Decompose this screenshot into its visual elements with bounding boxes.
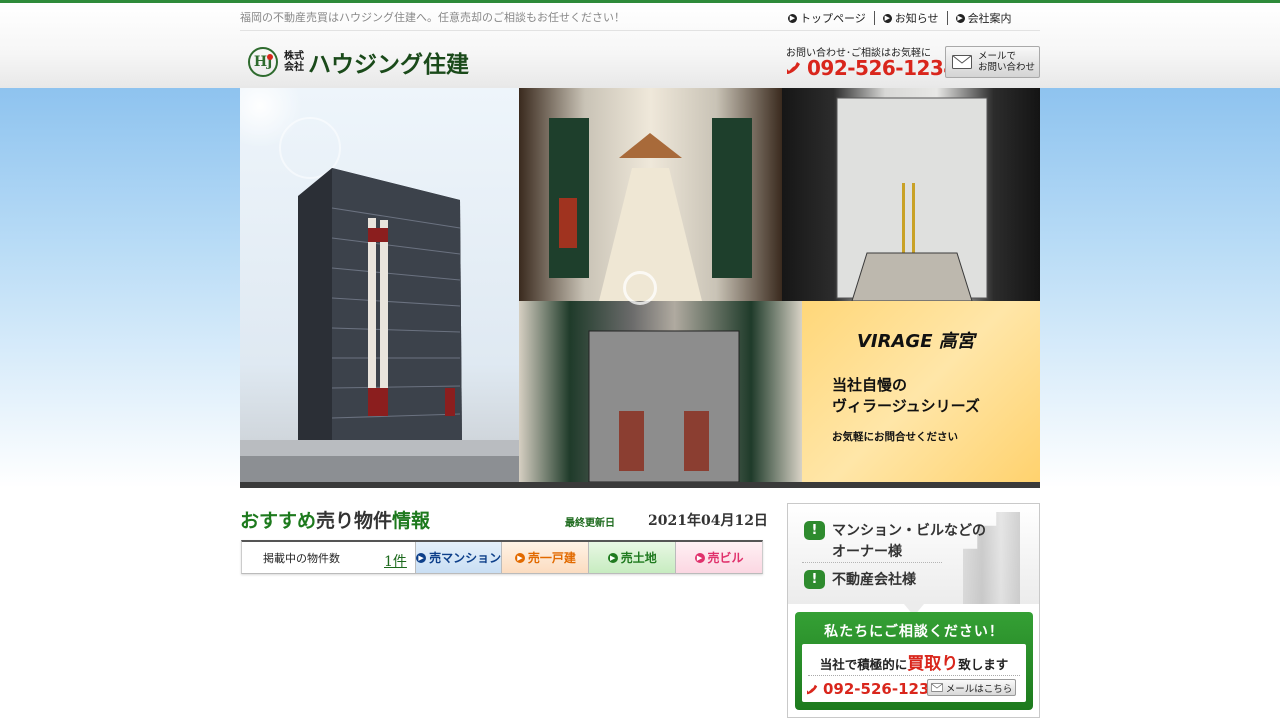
logo-kabushiki: 株式 会社 (284, 51, 304, 73)
mail-icon (930, 683, 943, 692)
nav-news[interactable]: ▶ お知らせ (875, 11, 948, 25)
mail-contact-button[interactable]: メールで お問い合わせ (945, 46, 1040, 78)
banner-agency-line: ! 不動産会社様 (804, 569, 916, 589)
lobby-photo-2 (782, 88, 1040, 301)
arrow-circle-icon: ▶ (694, 552, 705, 563)
listing-count: 掲載中の物件数 1件 (242, 542, 415, 573)
exclamation-bubble-icon: ! (804, 520, 825, 540)
top-nav: ▶ トップページ ▶ お知らせ ▶ 会社案内 (788, 10, 1020, 28)
mail-button-line1: メールで (978, 51, 1017, 62)
arrow-circle-icon: ▶ (955, 13, 965, 23)
mail-icon (952, 55, 972, 69)
exclamation-bubble-icon: ! (804, 569, 825, 589)
contact-phone-number: 092-526-1234 (807, 56, 957, 80)
nav-label: トップページ (800, 13, 866, 25)
banner-top: ! マンション・ビルなどの オーナー様 ! 不動産会社様 (788, 504, 1039, 604)
promo-text: 当社自慢の ヴィラージュシリーズ (832, 376, 980, 415)
mail-button-line2: お問い合わせ (978, 62, 1036, 73)
header-divider (240, 30, 1040, 31)
banner-phone[interactable]: 092-526-1234 (806, 680, 940, 698)
banner-cta-text: 当社で積極的に買取り致します (819, 654, 1009, 674)
last-updated-date: 2021年04月12日 (648, 513, 768, 529)
category-land-button[interactable]: ▶ 売土地 (588, 542, 676, 573)
category-house-button[interactable]: ▶ 売一戸建 (501, 542, 589, 573)
arrow-circle-icon: ▶ (514, 552, 525, 563)
banner-cta-inner: 当社で積極的に買取り致します 092-526-1234 メールはこちら (802, 644, 1026, 702)
last-updated-label: 最終更新日 (565, 518, 615, 529)
phone-icon (807, 684, 818, 694)
banner-divider (802, 562, 942, 563)
purchase-banner[interactable]: ! マンション・ビルなどの オーナー様 ! 不動産会社様 私たちにご相談ください… (787, 503, 1040, 718)
logo-company-name: ハウジング住建 (308, 51, 469, 78)
listing-count-label: 掲載中の物件数 (263, 551, 340, 565)
contact-phone[interactable]: 092-526-1234 (786, 56, 957, 80)
hero-bottom-bar (240, 482, 1040, 488)
arrow-circle-icon: ▶ (788, 13, 797, 23)
arrow-circle-icon: ▶ (882, 13, 892, 23)
listing-category-bar: 掲載中の物件数 1件 ▶ 売マンション ▶ 売一戸建 ▶ 売土地 ▶ 売ビル (241, 540, 763, 574)
category-building-button[interactable]: ▶ 売ビル (675, 542, 762, 573)
building-illustration (240, 88, 519, 482)
site-logo[interactable]: Hj 株式 会社 ハウジング住建 (248, 45, 469, 79)
building-photo (240, 88, 519, 482)
category-condo-button[interactable]: ▶ 売マンション (414, 542, 502, 573)
arrow-circle-icon: ▶ (416, 552, 427, 563)
promo-panel: VIRAGE 高宮 当社自慢の ヴィラージュシリーズ お気軽にお問合せください (802, 301, 1040, 482)
nav-label: お知らせ (894, 13, 939, 25)
lobby-photo-1 (519, 88, 782, 301)
slideshow-indicator-icon[interactable] (623, 271, 657, 305)
logo-mark-icon: Hj (248, 47, 278, 77)
listing-count-link[interactable]: 1件 (384, 551, 407, 571)
banner-cta-title: 私たちにご相談ください！ (824, 624, 1004, 640)
banner-owner-line: ! マンション・ビルなどの (804, 520, 986, 540)
nav-top-page[interactable]: ▶ トップページ (788, 11, 875, 25)
phone-icon (787, 62, 800, 74)
arrow-circle-icon: ▶ (607, 552, 618, 563)
promo-title: VIRAGE 高宮 (857, 331, 975, 352)
banner-cta-box: 私たちにご相談ください！ 当社で積極的に買取り致します 092-526-1234… (795, 612, 1033, 710)
recommended-title: おすすめ売り物件情報 (240, 510, 431, 532)
hero-slideshow: VIRAGE 高宮 当社自慢の ヴィラージュシリーズ お気軽にお問合せください (240, 88, 1040, 488)
banner-owner-line2: オーナー様 (832, 544, 902, 560)
promo-subtext: お気軽にお問合せください (832, 431, 958, 443)
banner-dotted-divider (808, 675, 1020, 676)
nav-company[interactable]: ▶ 会社案内 (948, 11, 1020, 25)
lobby-photo-3 (519, 301, 802, 482)
nav-label: 会社案内 (967, 13, 1012, 25)
banner-mail-button[interactable]: メールはこちら (927, 679, 1016, 696)
